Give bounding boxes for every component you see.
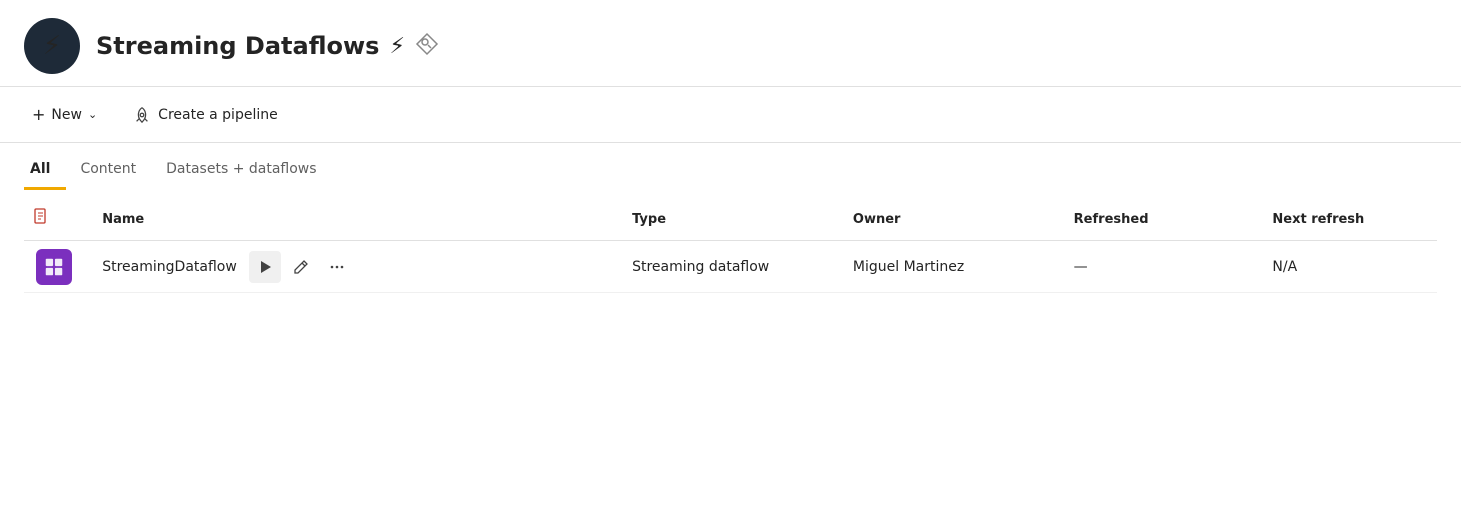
- ellipsis-icon: [329, 259, 345, 275]
- header-title-area: Streaming Dataflows ⚡: [96, 32, 439, 61]
- plus-icon: +: [32, 105, 45, 124]
- tab-content[interactable]: Content: [74, 151, 152, 190]
- row-next-refresh-cell: N/A: [1260, 241, 1437, 293]
- col-refreshed-header: Refreshed: [1062, 198, 1261, 241]
- row-type-cell: Streaming dataflow: [620, 241, 841, 293]
- run-button[interactable]: [249, 251, 281, 283]
- tab-all[interactable]: All: [24, 151, 66, 190]
- row-name-cell: StreamingDataflow: [90, 241, 620, 293]
- col-owner-header: Owner: [841, 198, 1062, 241]
- rocket-icon: [133, 106, 151, 124]
- diamond-search-icon: [415, 32, 439, 61]
- col-type-header: Type: [620, 198, 841, 241]
- pipeline-label: Create a pipeline: [158, 107, 278, 123]
- col-next-refresh-header: Next refresh: [1260, 198, 1437, 241]
- data-table: Name Type Owner Refreshed Next refresh: [24, 198, 1437, 293]
- content-table-wrapper: Name Type Owner Refreshed Next refresh: [0, 198, 1461, 293]
- chevron-down-icon: ⌄: [88, 108, 97, 121]
- bolt-icon: ⚡: [389, 34, 404, 59]
- play-icon: [258, 260, 272, 274]
- row-refreshed-cell: —: [1062, 241, 1261, 293]
- toolbar: + New ⌄ Create a pipeline: [0, 87, 1461, 143]
- page-title: Streaming Dataflows: [96, 32, 379, 60]
- new-label: New: [51, 107, 82, 123]
- row-actions: [249, 251, 353, 283]
- dataflow-icon: [36, 249, 72, 285]
- tabs-bar: All Content Datasets + dataflows: [0, 151, 1461, 190]
- new-button[interactable]: + New ⌄: [24, 99, 105, 130]
- logo-icon: ⚡: [43, 31, 61, 61]
- dataflow-name: StreamingDataflow: [102, 259, 237, 275]
- row-owner-cell: Miguel Martinez: [841, 241, 1062, 293]
- edit-icon: [293, 259, 309, 275]
- col-icon-header: [24, 198, 90, 241]
- dataflow-icon-svg: [43, 256, 65, 278]
- create-pipeline-button[interactable]: Create a pipeline: [125, 100, 286, 130]
- edit-button[interactable]: [285, 251, 317, 283]
- table-row: StreamingDataflow: [24, 241, 1437, 293]
- table-header-row: Name Type Owner Refreshed Next refresh: [24, 198, 1437, 241]
- tab-datasets-dataflows[interactable]: Datasets + dataflows: [160, 151, 332, 190]
- more-options-button[interactable]: [321, 251, 353, 283]
- col-name-header: Name: [90, 198, 620, 241]
- page-header: ⚡ Streaming Dataflows ⚡: [0, 0, 1461, 87]
- file-icon-header: [32, 208, 50, 226]
- app-logo: ⚡: [24, 18, 80, 74]
- row-icon-cell: [24, 241, 90, 293]
